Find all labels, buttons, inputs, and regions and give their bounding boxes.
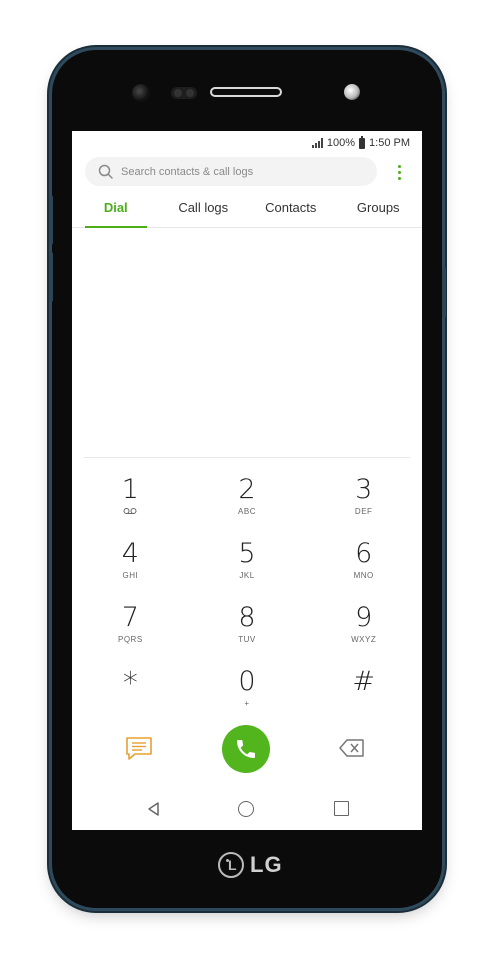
- message-icon[interactable]: [124, 735, 154, 761]
- signal-icon: [311, 138, 323, 148]
- key-digit: *: [122, 666, 138, 701]
- search-icon: [98, 164, 113, 179]
- volume-up-button: [49, 195, 53, 245]
- key-letters: +: [244, 699, 250, 708]
- key-letters: JKL: [239, 571, 255, 580]
- nav-back-icon[interactable]: [146, 801, 160, 817]
- brand-logo: LG: [218, 852, 283, 878]
- key-2[interactable]: 2 ABC: [189, 471, 306, 535]
- key-digit: #: [352, 666, 375, 697]
- key-9[interactable]: 9 WXYZ: [305, 599, 422, 663]
- key-digit: 9: [355, 602, 373, 633]
- dialer-actions: [72, 723, 422, 775]
- voicemail-icon: [123, 508, 137, 514]
- key-5[interactable]: 5 JKL: [189, 535, 306, 599]
- key-digit: 4: [121, 538, 139, 569]
- more-vert-icon[interactable]: [392, 161, 406, 183]
- status-bar: 100% 1:50 PM: [311, 135, 410, 151]
- key-4[interactable]: 4 GHI: [72, 535, 189, 599]
- key-7[interactable]: 7 PQRS: [72, 599, 189, 663]
- key-digit: 7: [121, 602, 139, 633]
- nav-recents-icon[interactable]: [334, 801, 349, 816]
- phone-icon: [237, 740, 255, 758]
- dialer-screen: 100% 1:50 PM Search contacts & call logs…: [72, 131, 422, 830]
- tab-contacts[interactable]: Contacts: [247, 193, 335, 227]
- key-3[interactable]: 3 DEF: [305, 471, 422, 535]
- key-letters: MNO: [353, 571, 374, 580]
- key-letters: GHI: [122, 571, 139, 580]
- key-digit: 3: [355, 474, 373, 505]
- key-1[interactable]: 1: [72, 471, 189, 535]
- call-button[interactable]: [222, 725, 270, 773]
- nav-home-icon[interactable]: [238, 801, 254, 817]
- tab-bar: Dial Call logs Contacts Groups: [72, 193, 422, 228]
- tab-dial[interactable]: Dial: [72, 193, 160, 228]
- key-6[interactable]: 6 MNO: [305, 535, 422, 599]
- key-digit: 2: [238, 474, 256, 505]
- power-button: [442, 268, 446, 318]
- search-input[interactable]: Search contacts & call logs: [121, 166, 253, 178]
- system-nav-bar: [72, 795, 422, 825]
- lg-logo-icon: [218, 852, 244, 878]
- earpiece-speaker: [210, 87, 282, 97]
- key-hash[interactable]: #: [305, 663, 422, 727]
- key-letters: PQRS: [118, 635, 143, 644]
- key-digit: 6: [355, 538, 373, 569]
- key-digit: 0: [238, 666, 256, 697]
- key-digit: 1: [121, 474, 139, 505]
- key-0[interactable]: 0 +: [189, 663, 306, 727]
- clock: 1:50 PM: [369, 137, 410, 149]
- key-letters: ABC: [238, 507, 256, 516]
- key-letters: TUV: [238, 635, 256, 644]
- tab-groups[interactable]: Groups: [335, 193, 423, 227]
- backspace-icon[interactable]: [338, 737, 366, 759]
- volume-down-button: [49, 252, 53, 302]
- key-letters: WXYZ: [351, 635, 377, 644]
- tab-call-logs[interactable]: Call logs: [160, 193, 248, 227]
- key-letters: DEF: [354, 507, 373, 516]
- number-display-divider: [84, 457, 410, 458]
- key-digit: 8: [238, 602, 256, 633]
- dial-keypad: 1 2 ABC 3 DEF 4 GHI 5 JKL 6 MNO 7 PQRS 8…: [72, 471, 422, 727]
- front-flash: [344, 84, 360, 100]
- brand-name: LG: [250, 852, 283, 877]
- battery-icon: [359, 135, 366, 149]
- key-8[interactable]: 8 TUV: [189, 599, 306, 663]
- key-star[interactable]: *: [72, 663, 189, 727]
- battery-percent: 100%: [326, 137, 356, 149]
- proximity-sensor: [171, 87, 197, 99]
- front-camera: [132, 84, 150, 102]
- key-digit: 5: [238, 538, 256, 569]
- search-bar[interactable]: Search contacts & call logs: [85, 157, 377, 186]
